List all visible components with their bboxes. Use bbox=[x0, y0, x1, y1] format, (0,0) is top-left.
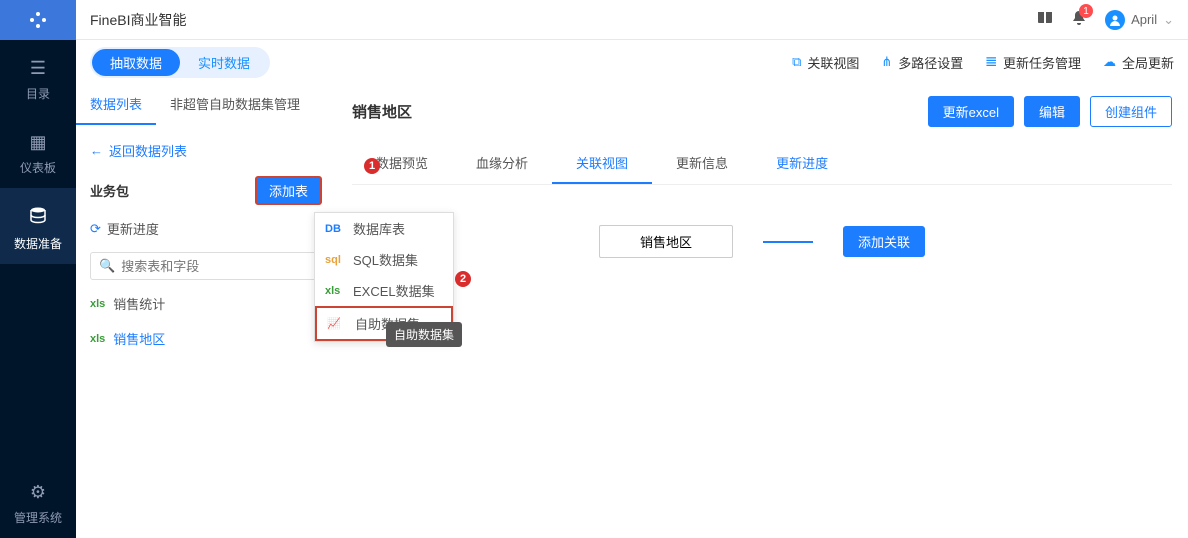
nav-label: 数据准备 bbox=[14, 235, 62, 252]
tab-update-progress[interactable]: 更新进度 bbox=[752, 143, 852, 184]
tab-update-info[interactable]: 更新信息 bbox=[652, 143, 752, 184]
xls-icon: xls bbox=[90, 298, 105, 310]
chart-icon: 📈 bbox=[327, 317, 347, 330]
arrow-left-icon: ← bbox=[90, 143, 103, 158]
table-row[interactable]: xls 销售统计 bbox=[76, 286, 336, 321]
gear-icon: ⚙ bbox=[30, 482, 46, 503]
dd-db-table[interactable]: DB数据库表 bbox=[315, 213, 453, 244]
link-icon: ⧉ bbox=[792, 54, 801, 70]
callout-1: 1 bbox=[364, 158, 380, 174]
canvas-node[interactable]: 销售地区 bbox=[599, 225, 733, 258]
database-icon bbox=[29, 206, 47, 229]
nav-dashboard[interactable]: ▦ 仪表板 bbox=[0, 114, 76, 188]
section-title: 业务包 bbox=[90, 181, 129, 200]
tab-data-list[interactable]: 数据列表 bbox=[76, 84, 156, 125]
app-title: FineBI商业智能 bbox=[90, 10, 186, 30]
nav-label: 仪表板 bbox=[20, 159, 56, 176]
header: FineBI商业智能 1 April ⌄ bbox=[76, 0, 1188, 40]
nav-admin[interactable]: ⚙ 管理系统 bbox=[0, 464, 76, 538]
toolbar: 抽取数据 实时数据 ⧉关联视图 ⋔多路径设置 𝌆更新任务管理 ☁全局更新 bbox=[76, 40, 1188, 84]
db-icon: DB bbox=[325, 223, 345, 235]
refresh-icon: ⟳ bbox=[90, 221, 101, 237]
create-component-button[interactable]: 创建组件 bbox=[1090, 96, 1172, 127]
logo-icon bbox=[0, 0, 76, 40]
table-row[interactable]: xls 销售地区 bbox=[76, 321, 336, 356]
search-icon: 🔍 bbox=[99, 258, 115, 274]
update-excel-button[interactable]: 更新excel bbox=[928, 96, 1014, 127]
dd-sql-dataset[interactable]: sqlSQL数据集 bbox=[315, 244, 453, 275]
mode-toggle: 抽取数据 实时数据 bbox=[90, 47, 270, 78]
list-icon: ☰ bbox=[30, 58, 46, 79]
grid-icon: ▦ bbox=[29, 132, 46, 153]
tab-dataset-manage[interactable]: 非超管自助数据集管理 bbox=[156, 84, 314, 125]
notification-badge: 1 bbox=[1079, 4, 1093, 18]
relation-canvas: 销售地区 添加关联 bbox=[352, 185, 1172, 298]
update-progress-row[interactable]: ⟳更新进度 ‹ bbox=[76, 211, 336, 246]
search-input[interactable] bbox=[121, 259, 313, 274]
branch-icon: ⋔ bbox=[881, 54, 892, 70]
sql-icon: sql bbox=[325, 254, 345, 266]
xls-icon: xls bbox=[90, 333, 105, 345]
edit-button[interactable]: 编辑 bbox=[1024, 96, 1080, 127]
link-line bbox=[763, 241, 813, 243]
xls-icon: xls bbox=[325, 285, 345, 297]
tb-task[interactable]: 𝌆更新任务管理 bbox=[985, 53, 1081, 72]
callout-2: 2 bbox=[455, 271, 471, 287]
page-title: 销售地区 bbox=[352, 101, 412, 122]
tb-global[interactable]: ☁全局更新 bbox=[1103, 53, 1174, 72]
pill-realtime[interactable]: 实时数据 bbox=[180, 49, 268, 76]
tb-relation[interactable]: ⧉关联视图 bbox=[792, 53, 859, 72]
nav-label: 目录 bbox=[26, 85, 50, 102]
avatar bbox=[1105, 10, 1125, 30]
nav-data-prep[interactable]: 数据准备 bbox=[0, 188, 76, 264]
book-icon[interactable] bbox=[1037, 10, 1053, 29]
right-panel: 销售地区 更新excel 编辑 创建组件 数据预览 血缘分析 关联视图 更新信息… bbox=[336, 84, 1188, 538]
dd-excel-dataset[interactable]: xlsEXCEL数据集 bbox=[315, 275, 453, 306]
search-box[interactable]: 🔍 bbox=[90, 252, 322, 280]
back-link[interactable]: ← 返回数据列表 bbox=[76, 127, 336, 170]
notification-button[interactable]: 1 bbox=[1071, 10, 1087, 29]
chevron-down-icon: ⌄ bbox=[1163, 12, 1174, 28]
tab-blood[interactable]: 血缘分析 bbox=[452, 143, 552, 184]
add-table-button[interactable]: 添加表 bbox=[255, 176, 322, 205]
left-tabs: 数据列表 非超管自助数据集管理 bbox=[76, 84, 336, 127]
cloud-icon: ☁ bbox=[1103, 54, 1116, 70]
detail-tabs: 数据预览 血缘分析 关联视图 更新信息 更新进度 bbox=[352, 143, 1172, 185]
tb-multipath[interactable]: ⋔多路径设置 bbox=[881, 53, 963, 72]
nav-label: 管理系统 bbox=[14, 509, 62, 526]
left-panel: 数据列表 非超管自助数据集管理 ← 返回数据列表 业务包 添加表 ⟳更新进度 ‹… bbox=[76, 84, 336, 538]
pill-extract[interactable]: 抽取数据 bbox=[92, 49, 180, 76]
tooltip: 自助数据集 bbox=[386, 322, 462, 347]
tab-relation[interactable]: 关联视图 bbox=[552, 143, 652, 184]
sidebar: ☰ 目录 ▦ 仪表板 数据准备 ⚙ 管理系统 bbox=[0, 0, 76, 538]
username: April bbox=[1131, 12, 1157, 27]
clipboard-icon: 𝌆 bbox=[985, 54, 997, 70]
user-menu[interactable]: April ⌄ bbox=[1105, 10, 1174, 30]
add-relation-button[interactable]: 添加关联 bbox=[843, 226, 925, 257]
nav-directory[interactable]: ☰ 目录 bbox=[0, 40, 76, 114]
